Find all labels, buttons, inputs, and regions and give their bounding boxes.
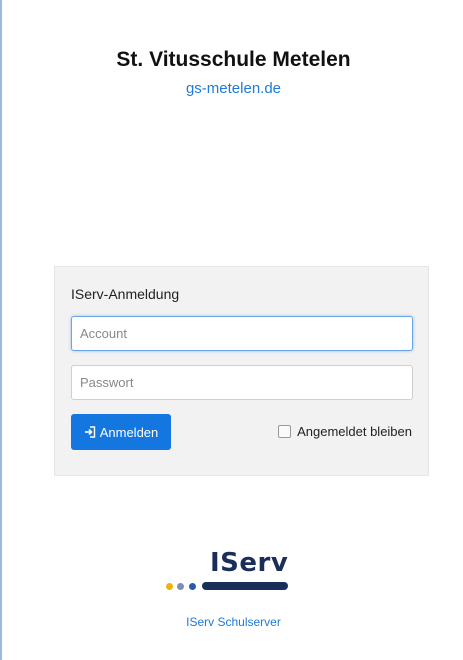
login-title: IServ-Anmeldung [71, 286, 180, 302]
account-input[interactable] [71, 316, 413, 351]
logo-bar [202, 582, 288, 590]
login-panel: IServ-Anmeldung Anmelden Angemeldet blei… [54, 266, 429, 476]
page-frame: St. Vitusschule Metelen gs-metelen.de IS… [0, 0, 463, 660]
iserv-logo: IServ [162, 548, 292, 590]
school-name: St. Vitusschule Metelen [116, 48, 351, 71]
logo-dot-grey [177, 583, 184, 590]
logo-dot-blue [189, 583, 196, 590]
remember-checkbox[interactable] [278, 425, 292, 438]
iserv-schulserver-link[interactable]: IServ Schulserver [2, 615, 463, 629]
sign-in-icon [84, 426, 96, 438]
school-url-link[interactable]: gs-metelen.de [2, 80, 463, 97]
login-button-label: Anmelden [99, 424, 159, 440]
remember-me[interactable]: Angemeldet bleiben [278, 424, 412, 439]
logo-dot-yellow [166, 583, 173, 590]
password-input[interactable] [71, 365, 413, 400]
logo-text: IServ [210, 548, 289, 578]
login-button[interactable]: Anmelden [71, 414, 171, 450]
remember-label: Angemeldet bleiben [297, 424, 412, 439]
